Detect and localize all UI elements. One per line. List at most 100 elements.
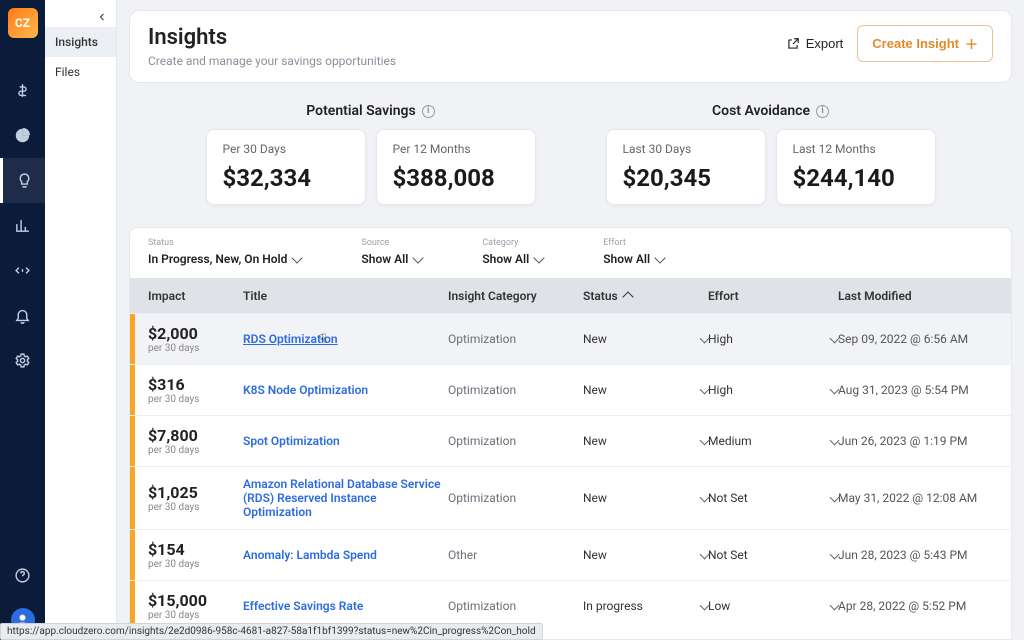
col-modified[interactable]: Last Modified (838, 289, 993, 303)
row-accent (130, 314, 135, 364)
nav-help[interactable] (0, 553, 45, 598)
create-insight-button[interactable]: Create Insight ＋ (857, 25, 993, 62)
cell-status[interactable]: In progress (583, 599, 708, 613)
nav-bars[interactable] (0, 203, 45, 248)
row-accent (130, 530, 135, 580)
cell-modified: Jun 28, 2023 @ 5:43 PM (838, 548, 993, 562)
table-row[interactable]: $2,000 per 30 days RDS Optimization Opti… (130, 313, 1011, 364)
cell-title: Spot Optimization (243, 434, 448, 448)
row-accent (130, 365, 135, 415)
cost-avoidance-header: Cost Avoidancei (606, 103, 936, 119)
cell-category: Other (448, 548, 583, 562)
chevron-down-icon (413, 252, 424, 263)
cell-impact: $154 per 30 days (148, 540, 243, 570)
table-row[interactable]: $316 per 30 days K8S Node Optimization O… (130, 364, 1011, 415)
export-icon (786, 37, 800, 51)
table-row[interactable]: $1,025 per 30 days Amazon Relational Dat… (130, 466, 1011, 529)
filter-status[interactable]: Status In Progress, New, On Hold (148, 238, 301, 266)
cell-status[interactable]: New (583, 548, 708, 562)
insight-link[interactable]: Spot Optimization (243, 434, 340, 448)
table-row[interactable]: $154 per 30 days Anomaly: Lambda Spend O… (130, 529, 1011, 580)
export-button[interactable]: Export (786, 36, 844, 51)
cell-category: Optimization (448, 383, 583, 397)
info-icon[interactable]: i (816, 105, 829, 118)
nav-code[interactable] (0, 248, 45, 293)
cell-title: RDS Optimization (243, 332, 448, 346)
insight-link[interactable]: K8S Node Optimization (243, 383, 368, 397)
nav-rail: CZ (0, 0, 45, 640)
cell-effort[interactable]: Low (708, 599, 838, 613)
nav-settings[interactable] (0, 338, 45, 383)
sidebar-item-files[interactable]: Files (45, 57, 116, 87)
collapse-sidebar[interactable] (45, 8, 116, 27)
cell-title: Effective Savings Rate (243, 599, 448, 613)
row-accent (130, 416, 135, 466)
col-status[interactable]: Status (583, 289, 708, 303)
cell-modified: Apr 28, 2022 @ 5:52 PM (838, 599, 993, 613)
cell-category: Optimization (448, 599, 583, 613)
cell-effort[interactable]: Medium (708, 434, 838, 448)
cell-title: K8S Node Optimization (243, 383, 448, 397)
sub-sidebar: Insights Files (45, 0, 117, 640)
cell-effort[interactable]: Not Set (708, 548, 838, 562)
cell-category: Optimization (448, 332, 583, 346)
nav-insights[interactable] (0, 158, 45, 203)
cell-impact: $15,000 per 30 days (148, 591, 243, 621)
insight-link[interactable]: RDS Optimization (243, 332, 338, 346)
cell-impact: $7,800 per 30 days (148, 426, 243, 456)
cell-impact: $316 per 30 days (148, 375, 243, 405)
cell-modified: Jun 26, 2023 @ 1:19 PM (838, 434, 993, 448)
card-last-30: Last 30 Days $20,345 (606, 129, 766, 205)
insight-link[interactable]: Amazon Relational Database Service (RDS)… (243, 477, 441, 519)
card-last-12: Last 12 Months $244,140 (776, 129, 936, 205)
insight-link[interactable]: Effective Savings Rate (243, 599, 363, 613)
col-category[interactable]: Insight Category (448, 289, 583, 303)
chevron-down-icon (292, 252, 303, 263)
table-body: $2,000 per 30 days RDS Optimization Opti… (130, 313, 1011, 639)
nav-pie[interactable] (0, 113, 45, 158)
card-per-30: Per 30 Days $32,334 (206, 129, 366, 205)
page-header: Insights Create and manage your savings … (129, 10, 1012, 83)
filter-effort[interactable]: Effort Show All (603, 238, 664, 266)
info-icon[interactable]: i (422, 105, 435, 118)
nav-bell[interactable] (0, 293, 45, 338)
page-subtitle: Create and manage your savings opportuni… (148, 54, 396, 68)
main-content: Insights Create and manage your savings … (117, 0, 1024, 640)
cell-title: Anomaly: Lambda Spend (243, 548, 448, 562)
cell-status[interactable]: New (583, 434, 708, 448)
cell-effort[interactable]: Not Set (708, 491, 838, 505)
filter-bar: Status In Progress, New, On Hold Source … (130, 228, 1011, 278)
card-per-12: Per 12 Months $388,008 (376, 129, 536, 205)
sidebar-item-insights[interactable]: Insights (45, 27, 116, 57)
cell-modified: Sep 09, 2022 @ 6:56 AM (838, 332, 993, 346)
cell-category: Optimization (448, 434, 583, 448)
summary-section: Potential Savingsi Per 30 Days $32,334 P… (129, 103, 1012, 205)
cell-status[interactable]: New (583, 491, 708, 505)
row-accent (130, 467, 135, 529)
sort-asc-icon (622, 291, 633, 302)
brand-logo[interactable]: CZ (8, 8, 38, 38)
nav-dollar[interactable] (0, 68, 45, 113)
cell-status[interactable]: New (583, 383, 708, 397)
browser-statusbar: https://app.cloudzero.com/insights/2e2d0… (0, 623, 543, 640)
plus-icon: ＋ (965, 34, 978, 53)
cell-impact: $1,025 per 30 days (148, 483, 243, 513)
insight-link[interactable]: Anomaly: Lambda Spend (243, 548, 377, 562)
cell-title: Amazon Relational Database Service (RDS)… (243, 477, 448, 519)
cell-effort[interactable]: High (708, 332, 838, 346)
cell-status[interactable]: New (583, 332, 708, 346)
filter-category[interactable]: Category Show All (482, 238, 543, 266)
col-title[interactable]: Title (243, 289, 448, 303)
cell-modified: May 31, 2022 @ 12:08 AM (838, 491, 993, 505)
potential-savings-header: Potential Savingsi (206, 103, 536, 119)
col-impact[interactable]: Impact (148, 289, 243, 303)
cell-modified: Aug 31, 2023 @ 5:54 PM (838, 383, 993, 397)
filter-source[interactable]: Source Show All (361, 238, 422, 266)
cell-effort[interactable]: High (708, 383, 838, 397)
chevron-down-icon (654, 252, 665, 263)
col-effort[interactable]: Effort (708, 289, 838, 303)
table-row[interactable]: $7,800 per 30 days Spot Optimization Opt… (130, 415, 1011, 466)
page-title: Insights (148, 25, 396, 50)
table-header: Impact Title Insight Category Status Eff… (130, 278, 1011, 313)
cell-impact: $2,000 per 30 days (148, 324, 243, 354)
